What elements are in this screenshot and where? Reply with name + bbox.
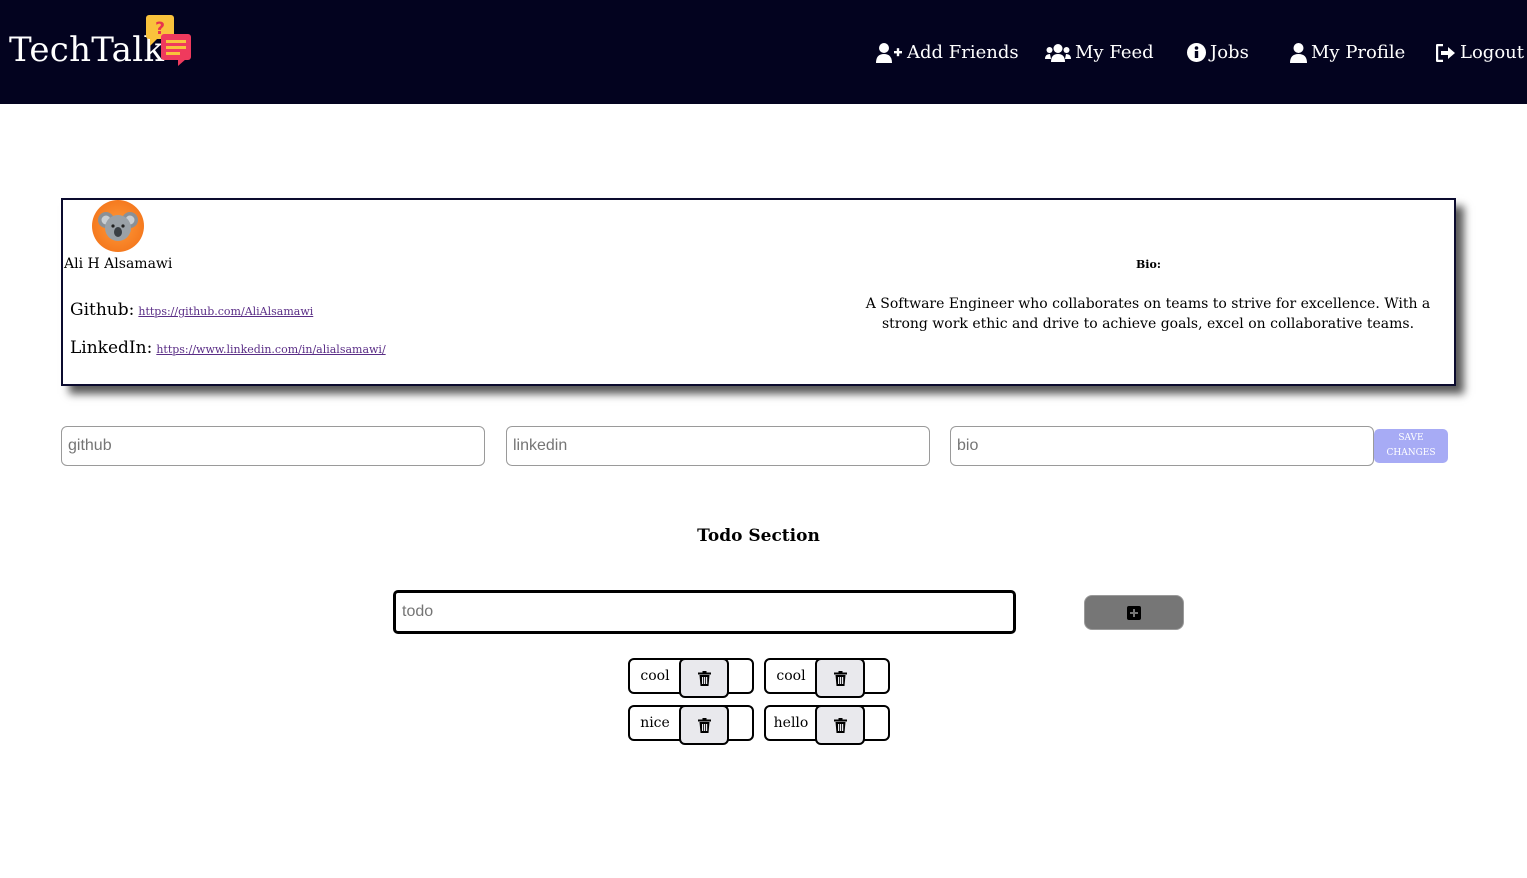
nav-logout-label: Logout (1460, 42, 1524, 63)
todo-section-title: Todo Section (697, 526, 820, 546)
trash-icon (697, 670, 711, 686)
todo-item-text: cool (776, 668, 806, 684)
github-input[interactable] (61, 426, 485, 466)
todo-item: nice (628, 705, 754, 745)
linkedin-input[interactable] (506, 426, 930, 466)
save-changes-button[interactable]: SAVE CHANGES (1374, 429, 1448, 463)
delete-todo-button[interactable] (679, 705, 729, 745)
nav-add-friends[interactable]: Add Friends (876, 42, 1019, 63)
todo-item: hello (764, 705, 890, 745)
nav-jobs[interactable]: Jobs (1187, 42, 1249, 63)
plus-square-icon (1127, 605, 1141, 620)
nav-my-profile[interactable]: My Profile (1290, 42, 1405, 63)
koala-avatar-icon (98, 212, 138, 241)
todo-item-text: cool (640, 668, 670, 684)
nav-my-feed[interactable]: My Feed (1045, 42, 1154, 63)
nav-logout[interactable]: Logout (1436, 42, 1524, 63)
delete-todo-button[interactable] (815, 658, 865, 698)
user-icon (1290, 42, 1307, 63)
avatar (92, 200, 144, 252)
linkedin-row: LinkedIn: https://www.linkedin.com/in/al… (70, 338, 386, 358)
github-label: Github: (70, 300, 135, 320)
trash-icon (833, 670, 847, 686)
todo-item: cool (764, 658, 890, 698)
users-icon (1045, 43, 1071, 62)
bio-label: Bio: (1136, 258, 1161, 271)
nav-my-profile-label: My Profile (1311, 42, 1406, 63)
todo-item-text: nice (640, 715, 670, 731)
bio-input[interactable] (950, 426, 1374, 466)
sign-out-icon (1436, 43, 1455, 62)
info-circle-icon (1187, 43, 1206, 62)
todo-item-text: hello (773, 715, 809, 731)
bio-text: A Software Engineer who collaborates on … (865, 296, 1431, 332)
profile-card: Ali H Alsamawi Github: https://github.co… (61, 198, 1456, 386)
linkedin-link[interactable]: https://www.linkedin.com/in/alialsamawi/ (156, 343, 385, 356)
delete-todo-button[interactable] (815, 705, 865, 745)
nav-add-friends-label: Add Friends (907, 42, 1019, 63)
github-link[interactable]: https://github.com/AliAlsamawi (138, 305, 313, 318)
linkedin-label: LinkedIn: (70, 338, 153, 358)
user-plus-icon (876, 42, 902, 63)
user-name: Ali H Alsamawi (64, 256, 173, 272)
trash-icon (697, 717, 711, 733)
brand-title[interactable]: TechTalk (9, 30, 164, 70)
add-todo-button[interactable] (1084, 595, 1184, 630)
trash-icon (833, 717, 847, 733)
chat-bubbles-icon: ? (146, 15, 191, 66)
github-row: Github: https://github.com/AliAlsamawi (70, 300, 313, 320)
todo-input[interactable] (393, 590, 1016, 634)
nav-my-feed-label: My Feed (1075, 42, 1154, 63)
nav-jobs-label: Jobs (1210, 42, 1249, 63)
delete-todo-button[interactable] (679, 658, 729, 698)
navbar: TechTalk ? Add Friends My Feed Jobs My P… (0, 0, 1527, 104)
todo-item: cool (628, 658, 754, 698)
